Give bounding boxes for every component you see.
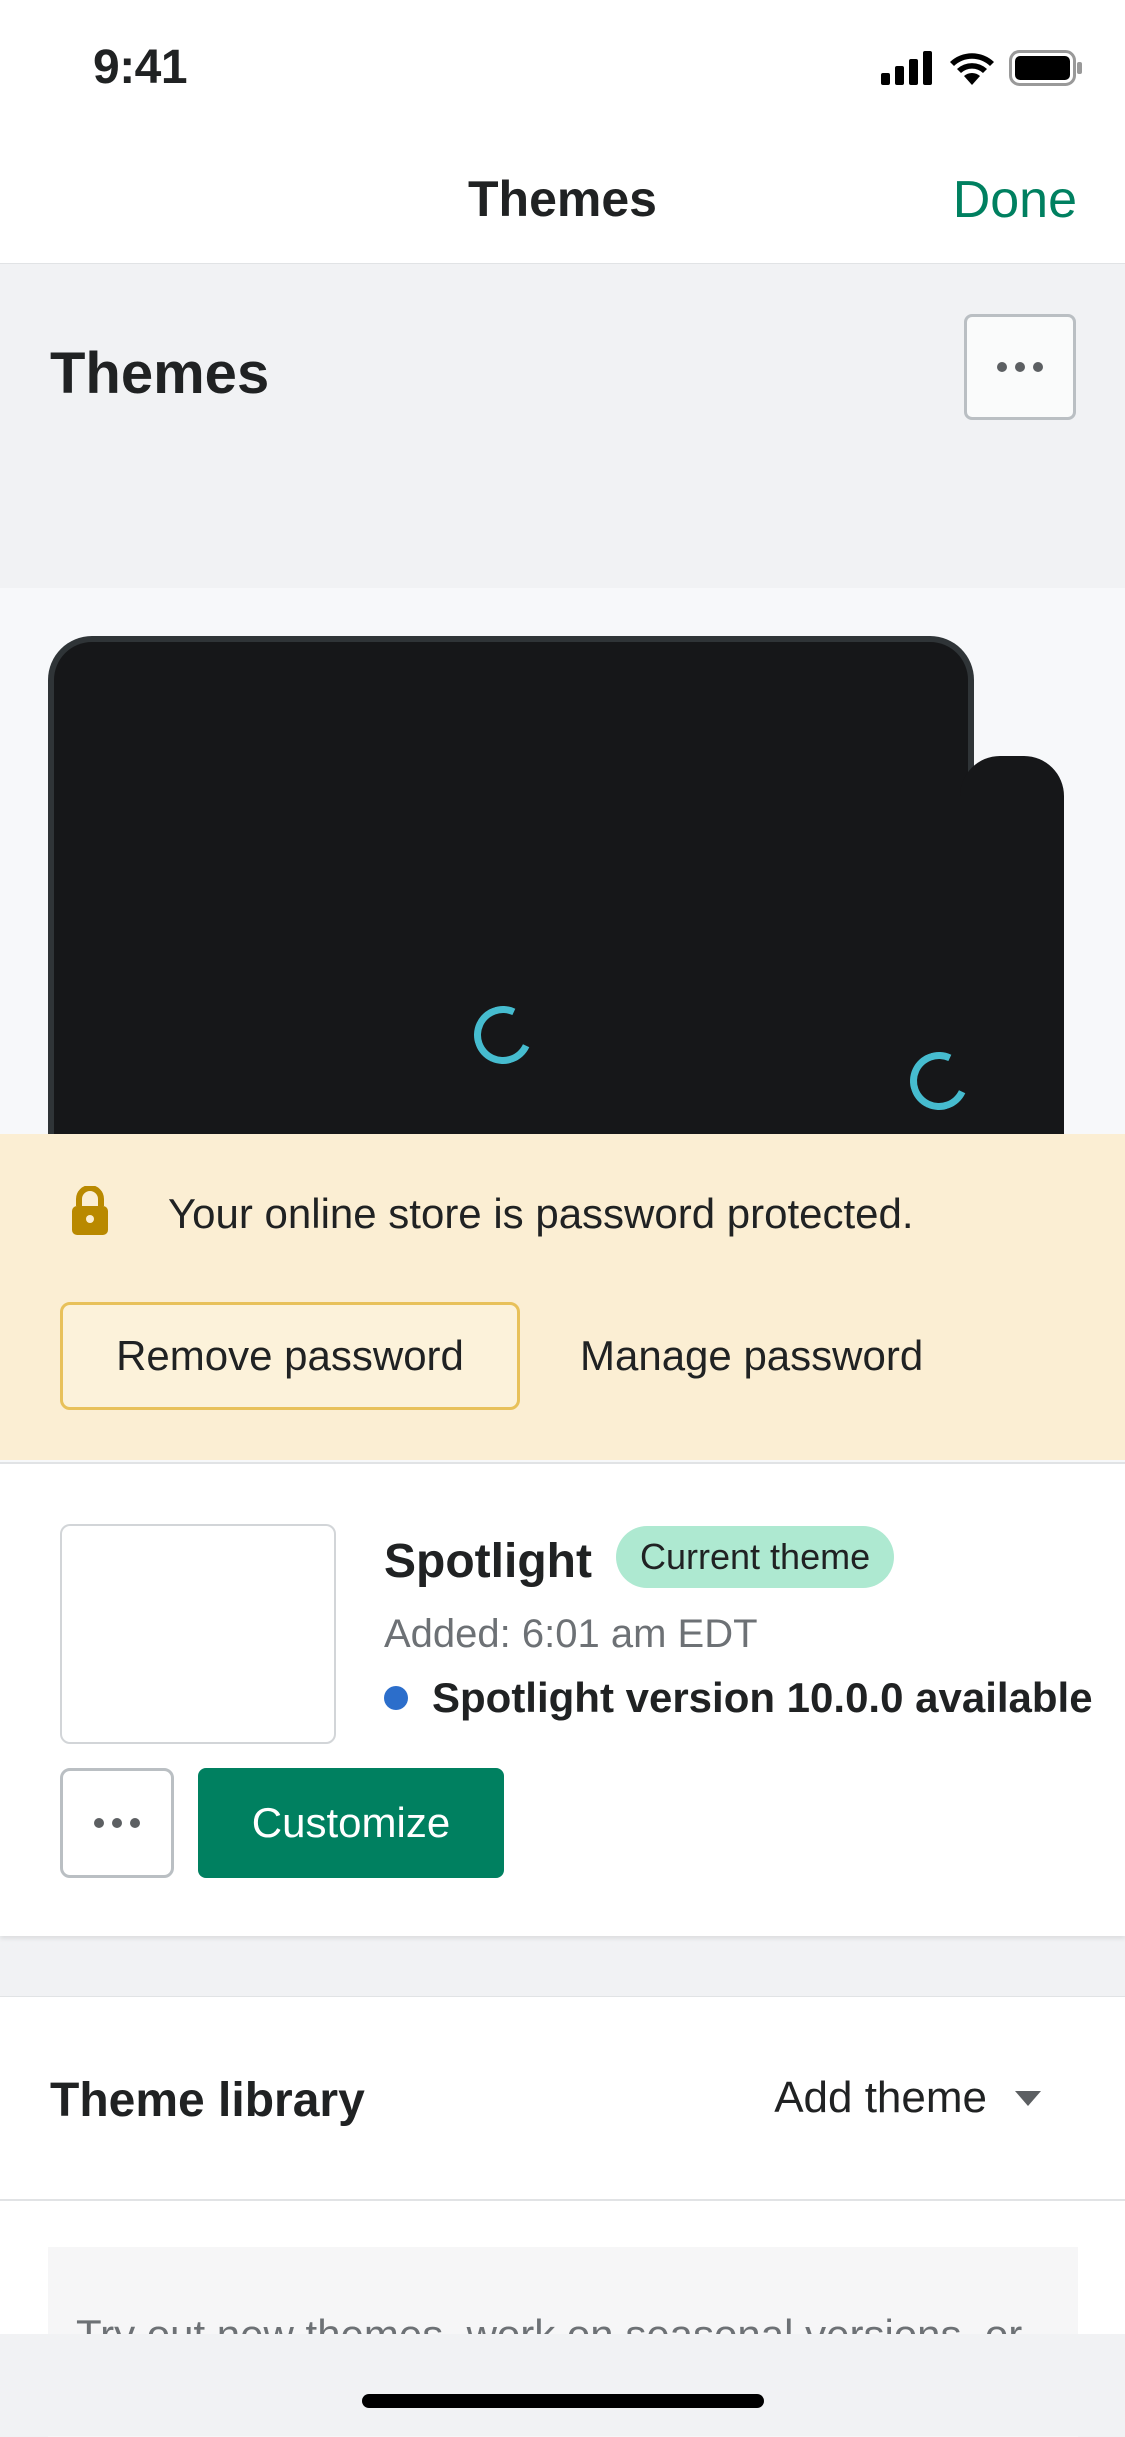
done-button[interactable]: Done bbox=[953, 170, 1077, 230]
update-dot-icon bbox=[384, 1686, 408, 1710]
more-horizontal-icon bbox=[997, 362, 1043, 372]
theme-added-time: Added: 6:01 am EDT bbox=[384, 1612, 758, 1656]
password-protected-banner: Your online store is password protected.… bbox=[0, 1134, 1125, 1460]
loading-spinner-icon bbox=[465, 997, 541, 1073]
home-indicator[interactable] bbox=[362, 2394, 764, 2408]
add-theme-dropdown[interactable]: Add theme bbox=[774, 2073, 1041, 2123]
current-theme-card: Spotlight Current theme Added: 6:01 am E… bbox=[0, 1462, 1125, 1936]
cellular-signal-icon bbox=[881, 51, 932, 85]
caret-down-icon bbox=[1015, 2090, 1041, 2106]
theme-name: Spotlight bbox=[384, 1535, 592, 1588]
status-icons bbox=[881, 50, 1083, 86]
theme-more-actions-button[interactable] bbox=[60, 1768, 174, 1878]
status-time: 9:41 bbox=[93, 41, 188, 94]
wifi-icon bbox=[950, 53, 994, 85]
page-header: Themes bbox=[0, 264, 1125, 588]
theme-library-title: Theme library bbox=[50, 2074, 365, 2127]
current-theme-badge: Current theme bbox=[616, 1526, 895, 1588]
home-indicator-area bbox=[0, 2334, 1125, 2436]
status-bar: 9:41 bbox=[0, 0, 1125, 132]
remove-password-button[interactable]: Remove password bbox=[60, 1302, 520, 1410]
password-protected-message: Your online store is password protected. bbox=[168, 1190, 914, 1237]
page-more-actions-button[interactable] bbox=[964, 314, 1076, 420]
more-horizontal-icon bbox=[94, 1818, 140, 1828]
theme-update-notice: Spotlight version 10.0.0 available bbox=[384, 1674, 1093, 1722]
manage-password-button[interactable]: Manage password bbox=[580, 1302, 923, 1410]
theme-library-header: Theme library Add theme bbox=[0, 1997, 1125, 2201]
add-theme-label: Add theme bbox=[774, 2073, 987, 2122]
theme-update-text: Spotlight version 10.0.0 available bbox=[432, 1674, 1093, 1721]
page-title: Themes bbox=[50, 341, 270, 406]
battery-icon bbox=[1009, 50, 1082, 86]
navigation-bar: Themes Done bbox=[0, 132, 1125, 264]
lock-icon bbox=[72, 1186, 108, 1235]
theme-thumbnail bbox=[60, 1524, 336, 1744]
customize-button[interactable]: Customize bbox=[198, 1768, 504, 1878]
